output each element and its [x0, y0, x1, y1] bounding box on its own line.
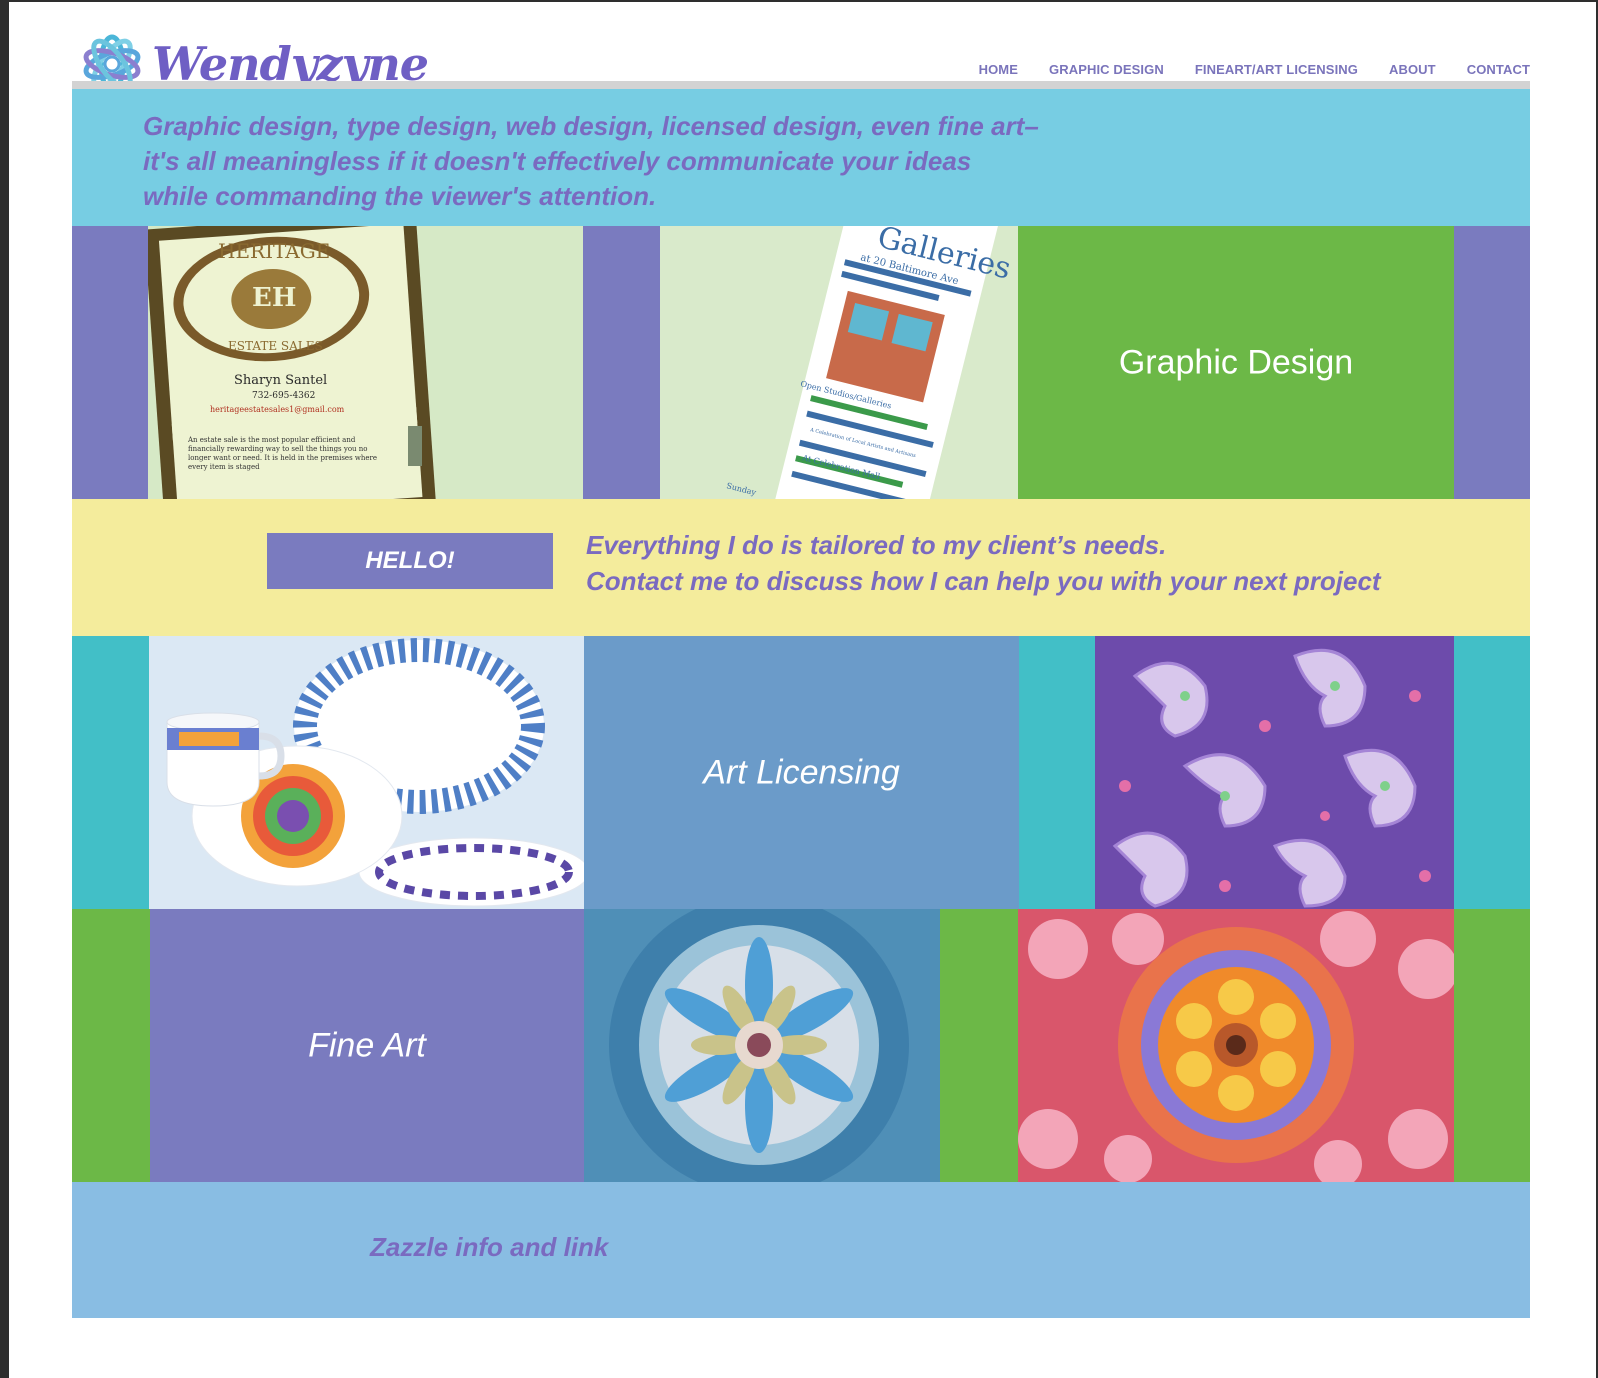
fine-art-row: Fine Art [72, 909, 1530, 1182]
gallery-flyer-image[interactable]: Galleries at 20 Baltimore Ave Open Studi… [660, 226, 1018, 499]
intro-line: while commanding the viewer's attention. [143, 181, 657, 211]
fish-mandala-image[interactable] [584, 909, 940, 1182]
graphic-design-label: Graphic Design [1118, 343, 1354, 381]
zazzle-banner: Zazzle info and link [72, 1182, 1530, 1318]
hello-line: Everything I do is tailored to my client… [586, 530, 1167, 560]
flower-mandala-image[interactable] [1018, 909, 1454, 1182]
nav-fineart-art-licensing[interactable]: FINEART/ART LICENSING [1195, 62, 1358, 77]
art-licensing-row: Art Licensing [72, 636, 1530, 909]
zazzle-link[interactable]: Zazzle info and link [370, 1232, 608, 1263]
dishware-illustration [149, 636, 584, 909]
header-divider [72, 81, 1530, 89]
graphic-design-row: HERITAGE EH ESTATE SALES Sharyn Santel 7… [72, 226, 1530, 499]
art-licensing-label: Art Licensing [703, 753, 900, 791]
intro-line: it's all meaningless if it doesn't effec… [143, 146, 972, 176]
intro-line: Graphic design, type design, web design,… [143, 111, 1039, 141]
card-name: Sharyn Santel [234, 373, 327, 388]
business-card-illustration: HERITAGE EH ESTATE SALES Sharyn Santel 7… [148, 226, 583, 499]
card-heading: HERITAGE [218, 239, 330, 263]
paisley-pattern-image[interactable] [1095, 636, 1454, 909]
fine-art-label: Fine Art [308, 1026, 426, 1064]
fish-mandala-illustration [584, 909, 940, 1182]
fine-art-tile[interactable]: Fine Art [150, 909, 584, 1182]
window-frame-left [0, 0, 9, 1378]
intro-banner: Graphic design, type design, web design,… [72, 89, 1530, 226]
card-body: An estate sale is the most popular effic… [188, 436, 378, 471]
business-card-image[interactable]: HERITAGE EH ESTATE SALES Sharyn Santel 7… [148, 226, 583, 499]
hello-banner: HELLO! Everything I do is tailored to my… [72, 499, 1530, 636]
hello-button[interactable]: HELLO! [267, 533, 553, 589]
main-nav: HOME GRAPHIC DESIGN FINEART/ART LICENSIN… [979, 62, 1530, 77]
graphic-design-tile[interactable]: Graphic Design [1018, 226, 1454, 499]
gallery-flyer-illustration: Galleries at 20 Baltimore Ave Open Studi… [660, 226, 1018, 499]
flower-mandala-illustration [1018, 909, 1454, 1182]
robot-figure [408, 426, 422, 466]
card-phone: 732-695-4362 [252, 391, 315, 401]
paisley-illustration [1095, 636, 1454, 909]
dishware-image[interactable] [149, 636, 584, 909]
nav-contact[interactable]: CONTACT [1467, 62, 1530, 77]
nav-about[interactable]: ABOUT [1389, 62, 1436, 77]
hello-text: Everything I do is tailored to my client… [586, 527, 1381, 599]
card-monogram: EH [252, 283, 296, 313]
nav-home[interactable]: HOME [979, 62, 1018, 77]
card-email: heritageestatesales1@gmail.com [210, 405, 345, 414]
intro-text: Graphic design, type design, web design,… [143, 109, 1039, 214]
art-licensing-tile[interactable]: Art Licensing [584, 636, 1019, 909]
nav-graphic-design[interactable]: GRAPHIC DESIGN [1049, 62, 1164, 77]
hello-line: Contact me to discuss how I can help you… [586, 566, 1381, 596]
page: Wendyzyne HOME GRAPHIC DESIGN FINEART/AR… [72, 0, 1530, 1378]
card-subheading: ESTATE SALES [228, 339, 323, 353]
